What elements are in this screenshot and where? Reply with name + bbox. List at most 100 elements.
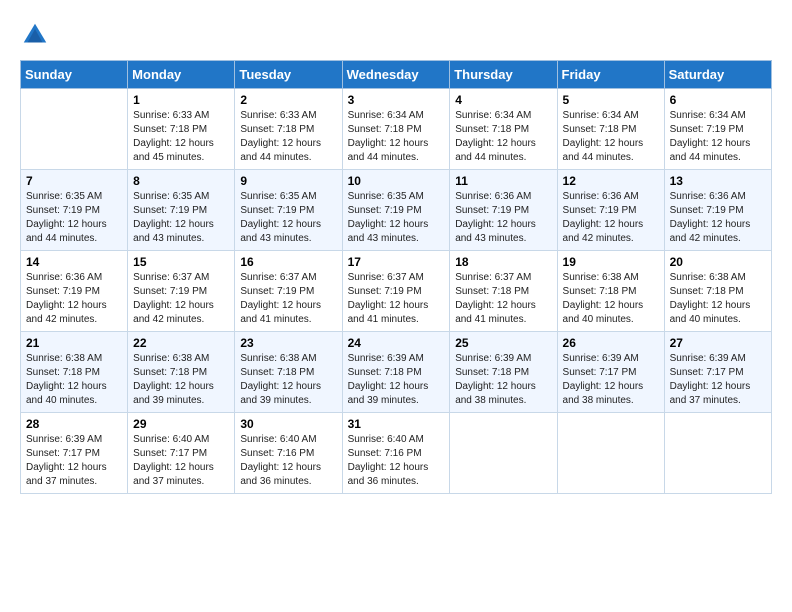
day-info: Sunrise: 6:34 AM Sunset: 7:18 PM Dayligh… xyxy=(455,109,551,165)
day-info: Sunrise: 6:39 AM Sunset: 7:18 PM Dayligh… xyxy=(348,352,445,408)
header-thursday: Thursday xyxy=(450,61,557,89)
day-info: Sunrise: 6:36 AM Sunset: 7:19 PM Dayligh… xyxy=(26,271,122,327)
day-number: 4 xyxy=(455,93,551,107)
day-number: 10 xyxy=(348,174,445,188)
day-number: 12 xyxy=(563,174,659,188)
day-number: 25 xyxy=(455,336,551,350)
calendar-cell: 5Sunrise: 6:34 AM Sunset: 7:18 PM Daylig… xyxy=(557,89,664,170)
calendar-cell: 10 Sunrise: 6:35 AM Sunset: 7:19 PM Dayli… xyxy=(342,170,450,251)
day-number: 5 xyxy=(563,93,659,107)
calendar-cell: 9Sunrise: 6:35 AM Sunset: 7:19 PM Daylig… xyxy=(235,170,342,251)
logo-icon xyxy=(20,20,50,50)
calendar-header-row: SundayMondayTuesdayWednesdayThursdayFrid… xyxy=(21,61,772,89)
day-number: 19 xyxy=(563,255,659,269)
day-number: 31 xyxy=(348,417,445,431)
calendar-cell: 29 Sunrise: 6:40 AM Sunset: 7:17 PM Dayli… xyxy=(128,413,235,494)
day-number: 13 xyxy=(670,174,766,188)
calendar-cell: 21 Sunrise: 6:38 AM Sunset: 7:18 PM Dayli… xyxy=(21,332,128,413)
calendar-cell: 22 Sunrise: 6:38 AM Sunset: 7:18 PM Dayli… xyxy=(128,332,235,413)
day-info: Sunrise: 6:37 AM Sunset: 7:19 PM Dayligh… xyxy=(348,271,445,327)
day-info: Sunrise: 6:38 AM Sunset: 7:18 PM Dayligh… xyxy=(133,352,229,408)
calendar-week-row: 7 Sunrise: 6:35 AM Sunset: 7:19 PM Daylig… xyxy=(21,170,772,251)
day-number: 21 xyxy=(26,336,122,350)
calendar-cell: 23Sunrise: 6:38 AM Sunset: 7:18 PM Dayli… xyxy=(235,332,342,413)
calendar-cell: 8Sunrise: 6:35 AM Sunset: 7:19 PM Daylig… xyxy=(128,170,235,251)
calendar-cell xyxy=(450,413,557,494)
day-number: 17 xyxy=(348,255,445,269)
day-info: Sunrise: 6:38 AM Sunset: 7:18 PM Dayligh… xyxy=(670,271,766,327)
calendar-cell: 30 Sunrise: 6:40 AM Sunset: 7:16 PM Dayli… xyxy=(235,413,342,494)
day-info: Sunrise: 6:39 AM Sunset: 7:17 PM Dayligh… xyxy=(563,352,659,408)
day-number: 6 xyxy=(670,93,766,107)
day-info: Sunrise: 6:35 AM Sunset: 7:19 PM Dayligh… xyxy=(240,190,336,246)
calendar-cell: 13 Sunrise: 6:36 AM Sunset: 7:19 PM Dayli… xyxy=(664,170,771,251)
calendar-cell: 16Sunrise: 6:37 AM Sunset: 7:19 PM Dayli… xyxy=(235,251,342,332)
day-info: Sunrise: 6:34 AM Sunset: 7:18 PM Dayligh… xyxy=(348,109,445,165)
header-monday: Monday xyxy=(128,61,235,89)
day-number: 3 xyxy=(348,93,445,107)
calendar-cell: 11Sunrise: 6:36 AM Sunset: 7:19 PM Dayli… xyxy=(450,170,557,251)
calendar-cell: 4 Sunrise: 6:34 AM Sunset: 7:18 PM Daylig… xyxy=(450,89,557,170)
header-saturday: Saturday xyxy=(664,61,771,89)
page-header xyxy=(20,20,772,50)
day-info: Sunrise: 6:39 AM Sunset: 7:18 PM Dayligh… xyxy=(455,352,551,408)
calendar-cell: 25 Sunrise: 6:39 AM Sunset: 7:18 PM Dayli… xyxy=(450,332,557,413)
day-info: Sunrise: 6:37 AM Sunset: 7:19 PM Dayligh… xyxy=(133,271,229,327)
day-info: Sunrise: 6:36 AM Sunset: 7:19 PM Dayligh… xyxy=(563,190,659,246)
header-tuesday: Tuesday xyxy=(235,61,342,89)
calendar-cell: 26 Sunrise: 6:39 AM Sunset: 7:17 PM Dayli… xyxy=(557,332,664,413)
header-sunday: Sunday xyxy=(21,61,128,89)
calendar-week-row: 14 Sunrise: 6:36 AM Sunset: 7:19 PM Dayli… xyxy=(21,251,772,332)
day-info: Sunrise: 6:39 AM Sunset: 7:17 PM Dayligh… xyxy=(670,352,766,408)
day-info: Sunrise: 6:38 AM Sunset: 7:18 PM Dayligh… xyxy=(26,352,122,408)
day-info: Sunrise: 6:35 AM Sunset: 7:19 PM Dayligh… xyxy=(26,190,122,246)
day-number: 1 xyxy=(133,93,229,107)
calendar-cell: 12 Sunrise: 6:36 AM Sunset: 7:19 PM Dayli… xyxy=(557,170,664,251)
calendar-cell: 24 Sunrise: 6:39 AM Sunset: 7:18 PM Dayli… xyxy=(342,332,450,413)
day-info: Sunrise: 6:37 AM Sunset: 7:18 PM Dayligh… xyxy=(455,271,551,327)
day-number: 8 xyxy=(133,174,229,188)
day-info: Sunrise: 6:40 AM Sunset: 7:16 PM Dayligh… xyxy=(348,433,445,489)
day-number: 18 xyxy=(455,255,551,269)
calendar-cell: 15Sunrise: 6:37 AM Sunset: 7:19 PM Dayli… xyxy=(128,251,235,332)
day-number: 14 xyxy=(26,255,122,269)
calendar-cell: 28Sunrise: 6:39 AM Sunset: 7:17 PM Dayli… xyxy=(21,413,128,494)
day-number: 27 xyxy=(670,336,766,350)
day-number: 20 xyxy=(670,255,766,269)
calendar-cell: 19 Sunrise: 6:38 AM Sunset: 7:18 PM Dayli… xyxy=(557,251,664,332)
day-number: 2 xyxy=(240,93,336,107)
day-info: Sunrise: 6:35 AM Sunset: 7:19 PM Dayligh… xyxy=(348,190,445,246)
day-number: 7 xyxy=(26,174,122,188)
calendar-cell: 27 Sunrise: 6:39 AM Sunset: 7:17 PM Dayli… xyxy=(664,332,771,413)
day-info: Sunrise: 6:36 AM Sunset: 7:19 PM Dayligh… xyxy=(455,190,551,246)
day-number: 16 xyxy=(240,255,336,269)
calendar-week-row: 28Sunrise: 6:39 AM Sunset: 7:17 PM Dayli… xyxy=(21,413,772,494)
day-number: 23 xyxy=(240,336,336,350)
day-info: Sunrise: 6:34 AM Sunset: 7:19 PM Dayligh… xyxy=(670,109,766,165)
calendar-cell: 14 Sunrise: 6:36 AM Sunset: 7:19 PM Dayli… xyxy=(21,251,128,332)
day-info: Sunrise: 6:40 AM Sunset: 7:16 PM Dayligh… xyxy=(240,433,336,489)
calendar-cell: 1 Sunrise: 6:33 AM Sunset: 7:18 PM Daylig… xyxy=(128,89,235,170)
calendar-cell: 18 Sunrise: 6:37 AM Sunset: 7:18 PM Dayli… xyxy=(450,251,557,332)
day-info: Sunrise: 6:40 AM Sunset: 7:17 PM Dayligh… xyxy=(133,433,229,489)
day-number: 24 xyxy=(348,336,445,350)
day-number: 22 xyxy=(133,336,229,350)
logo xyxy=(20,20,54,50)
calendar-table: SundayMondayTuesdayWednesdayThursdayFrid… xyxy=(20,60,772,494)
calendar-cell xyxy=(664,413,771,494)
day-number: 26 xyxy=(563,336,659,350)
day-info: Sunrise: 6:36 AM Sunset: 7:19 PM Dayligh… xyxy=(670,190,766,246)
day-info: Sunrise: 6:38 AM Sunset: 7:18 PM Dayligh… xyxy=(563,271,659,327)
day-info: Sunrise: 6:33 AM Sunset: 7:18 PM Dayligh… xyxy=(133,109,229,165)
calendar-cell xyxy=(557,413,664,494)
calendar-week-row: 21 Sunrise: 6:38 AM Sunset: 7:18 PM Dayli… xyxy=(21,332,772,413)
calendar-cell: 3 Sunrise: 6:34 AM Sunset: 7:18 PM Daylig… xyxy=(342,89,450,170)
day-number: 30 xyxy=(240,417,336,431)
day-number: 28 xyxy=(26,417,122,431)
header-wednesday: Wednesday xyxy=(342,61,450,89)
header-friday: Friday xyxy=(557,61,664,89)
calendar-cell xyxy=(21,89,128,170)
calendar-cell: 6 Sunrise: 6:34 AM Sunset: 7:19 PM Daylig… xyxy=(664,89,771,170)
day-info: Sunrise: 6:33 AM Sunset: 7:18 PM Dayligh… xyxy=(240,109,336,165)
day-number: 29 xyxy=(133,417,229,431)
